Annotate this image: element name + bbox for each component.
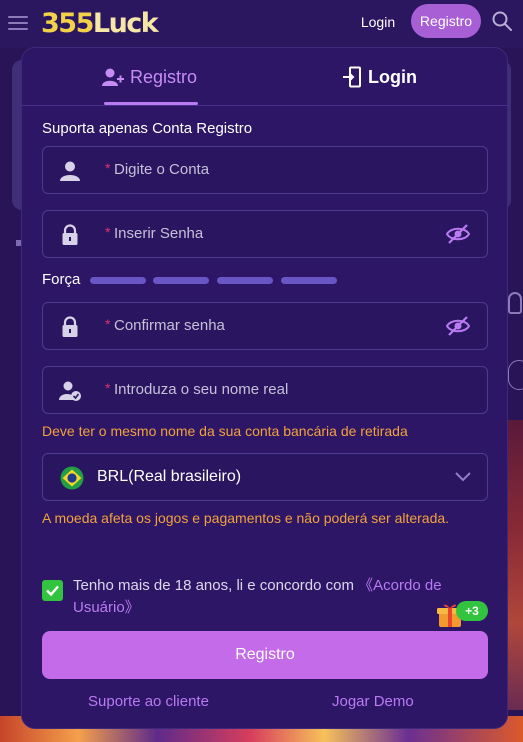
tab-active-indicator: [104, 102, 198, 105]
customer-support-link[interactable]: Suporte ao cliente: [88, 693, 209, 710]
support-label: Suporta apenas Conta Registro: [42, 120, 253, 137]
register-modal: Registro Login Suporta apenas Conta Regi…: [21, 47, 509, 729]
strength-label: Força: [42, 271, 81, 288]
agreement-text: Tenho mais de 18 anos, li e concordo com…: [73, 575, 473, 619]
tab-register[interactable]: Registro: [102, 62, 197, 92]
background-avatar-icon: [508, 292, 522, 314]
realname-warning: Deve ter o mesmo nome da sua conta bancá…: [42, 423, 408, 439]
register-submit-button[interactable]: Registro: [42, 631, 488, 679]
currency-value: BRL(Real brasileiro): [97, 468, 242, 485]
confirm-placeholder: Confirmar senha: [114, 317, 225, 334]
realname-placeholder: Introduza o seu nome real: [114, 381, 289, 398]
lock-icon: [62, 316, 78, 337]
password-placeholder: Inserir Senha: [114, 225, 204, 242]
eye-off-icon[interactable]: [445, 223, 471, 245]
gift-count-badge: +3: [456, 601, 488, 621]
strength-bar-1: [90, 277, 146, 284]
required-mark: *: [105, 380, 111, 396]
tab-login[interactable]: Login: [342, 62, 417, 92]
strength-bar-2: [153, 277, 209, 284]
search-icon[interactable]: [491, 10, 513, 32]
check-icon: [46, 585, 59, 597]
realname-input[interactable]: * Introduza o seu nome real: [42, 366, 488, 414]
required-mark: *: [105, 224, 111, 240]
brazil-flag-icon: [60, 466, 84, 490]
currency-warning: A moeda afeta os jogos e pagamentos e nã…: [42, 510, 450, 526]
tab-login-label: Login: [368, 66, 417, 87]
chevron-down-icon: [455, 472, 471, 482]
account-input[interactable]: * Digite o Conta: [42, 146, 488, 194]
user-check-icon: [59, 381, 81, 401]
confirm-password-input[interactable]: * Confirmar senha: [42, 302, 488, 350]
strength-bar-4: [281, 277, 337, 284]
top-header: 355Luck Login Registro: [0, 0, 523, 48]
header-register-button[interactable]: Registro: [411, 4, 481, 38]
account-placeholder: Digite o Conta: [114, 161, 210, 178]
password-input[interactable]: * Inserir Senha: [42, 210, 488, 258]
required-mark: *: [105, 316, 111, 332]
required-mark: *: [105, 160, 111, 176]
hamburger-menu-icon[interactable]: [8, 12, 28, 34]
strength-bar-3: [217, 277, 273, 284]
user-icon: [60, 161, 80, 181]
background-button: [508, 360, 523, 390]
lock-icon: [62, 224, 78, 245]
currency-select[interactable]: BRL(Real brasileiro): [42, 453, 488, 501]
tab-register-label: Registro: [130, 66, 198, 87]
site-logo[interactable]: 355Luck: [41, 7, 159, 41]
play-demo-link[interactable]: Jogar Demo: [332, 693, 414, 710]
eye-off-icon[interactable]: [445, 315, 471, 337]
header-login-button[interactable]: Login: [355, 10, 401, 34]
age-agreement-checkbox[interactable]: [42, 580, 63, 601]
user-plus-icon: [102, 68, 124, 86]
login-door-icon: [343, 66, 361, 88]
auth-tabs: Registro Login: [22, 48, 509, 106]
agreement-statement: Tenho mais de 18 anos, li e concordo com: [73, 577, 359, 594]
